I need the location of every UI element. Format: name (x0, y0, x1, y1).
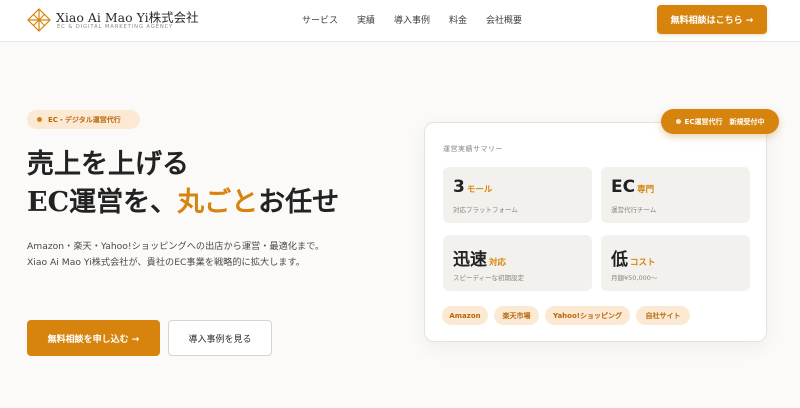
nav-item-pricing[interactable]: 料金 (449, 13, 467, 26)
stat-value: 低 (611, 250, 628, 270)
pill-label: EC・デジタル運営代行 (48, 115, 121, 124)
badge-label: EC運営代行 新規受付中 (684, 117, 765, 126)
nav-item-services[interactable]: サービス (302, 13, 338, 26)
hero-title-line2-pre: EC運営を、 (27, 187, 178, 218)
hero-title-line1: 売上を上げる (27, 149, 189, 180)
stat-card-cost: 低コスト 月額¥50,000〜 (601, 235, 750, 291)
stat-card-speed: 迅速 対応 スピーディーな初期設定 (443, 235, 592, 291)
hero-title: 売上を上げる EC運営を、丸ごとお任せ (27, 146, 339, 222)
stat-value: 3 (453, 177, 465, 197)
stat-caption: 対応プラットフォーム (453, 206, 518, 214)
platform-tag-yahoo: Yahoo!ショッピング (545, 306, 630, 325)
stat-unit: 専門 (637, 185, 655, 195)
stat-value: 迅速 (453, 250, 487, 270)
platform-tag-rakuten: 楽天市場 (494, 306, 539, 325)
hero-title-accent: 丸ごと (177, 187, 259, 218)
stat-card-specialist: EC 専門 運営代行チーム (601, 167, 750, 223)
summary-card-title: 運営実績サマリー (443, 145, 503, 153)
stat-card-malls: 3 モール 対応プラットフォーム (443, 167, 592, 223)
site-header: Xiao Ai Mao Yi株式会社 EC & DIGITAL MARKETIN… (0, 0, 800, 42)
platform-tag-amazon: Amazon (442, 306, 488, 325)
apply-consult-button[interactable]: 無料相談を申し込む → (27, 320, 160, 356)
stat-unit: 対応 (489, 258, 507, 268)
stat-caption: 運営代行チーム (611, 206, 657, 214)
header-consult-button[interactable]: 無料相談はこちら → (657, 5, 767, 34)
pill-dot-icon (37, 117, 42, 122)
hero-description: Amazon・楽天・Yahoo!ショッピングへの出店から運営・最適化まで。Xia… (27, 241, 325, 268)
hero-title-line2: EC運営を、丸ごとお任せ (27, 184, 339, 222)
hero-title-line2-post: お任せ (258, 187, 340, 218)
stat-unit: コスト (630, 258, 656, 268)
nav-item-company[interactable]: 会社概要 (486, 13, 522, 26)
nav-item-results[interactable]: 実績 (357, 13, 375, 26)
platform-tag-own-site: 自社サイト (636, 306, 690, 325)
new-accepting-badge: EC運営代行 新規受付中 (661, 109, 779, 134)
view-case-studies-button[interactable]: 導入事例を見る (168, 320, 272, 356)
stat-value: EC (611, 177, 636, 197)
stat-caption: 月額¥50,000〜 (611, 274, 658, 282)
stat-caption: スピーディーな初期設定 (453, 274, 525, 282)
hero-category-pill: EC・デジタル運営代行 (27, 110, 140, 129)
stat-unit: モール (466, 185, 493, 195)
nav-item-case-studies[interactable]: 導入事例 (394, 13, 430, 26)
badge-dot-icon (675, 119, 681, 124)
